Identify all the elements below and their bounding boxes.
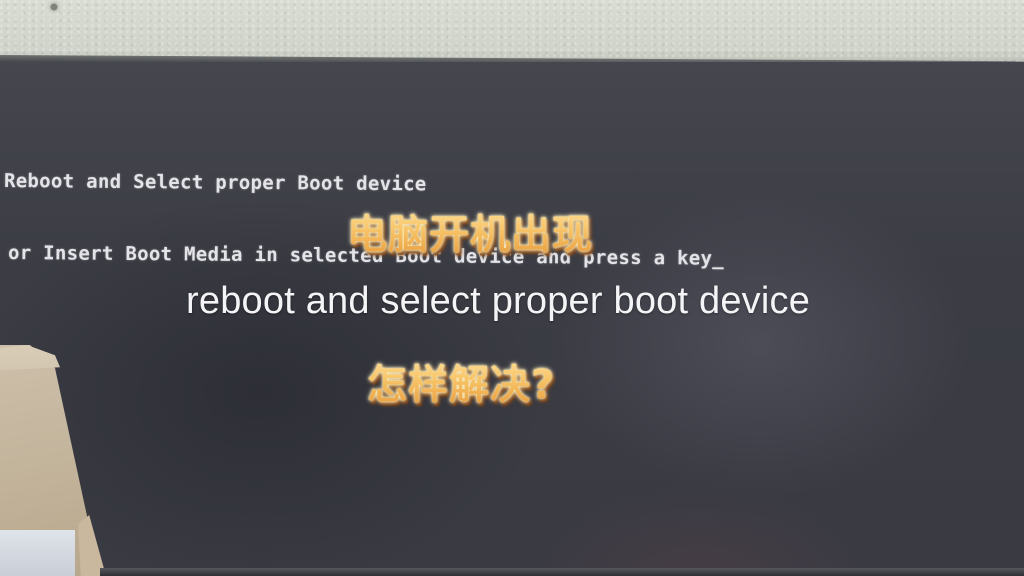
wall-background: [0, 0, 1024, 64]
caption-title-cn: 电脑开机出现: [347, 202, 593, 260]
wall-screw: [44, 0, 64, 17]
caption-question-cn: 怎样解决?: [367, 352, 555, 410]
text-cursor: _: [712, 247, 725, 270]
paper-sheet: [0, 530, 75, 576]
monitor-bezel-bottom: [100, 568, 1024, 576]
bios-line-1: Reboot and Select proper Boot device: [3, 170, 427, 196]
caption-error-en: reboot and select proper boot device: [186, 280, 811, 322]
